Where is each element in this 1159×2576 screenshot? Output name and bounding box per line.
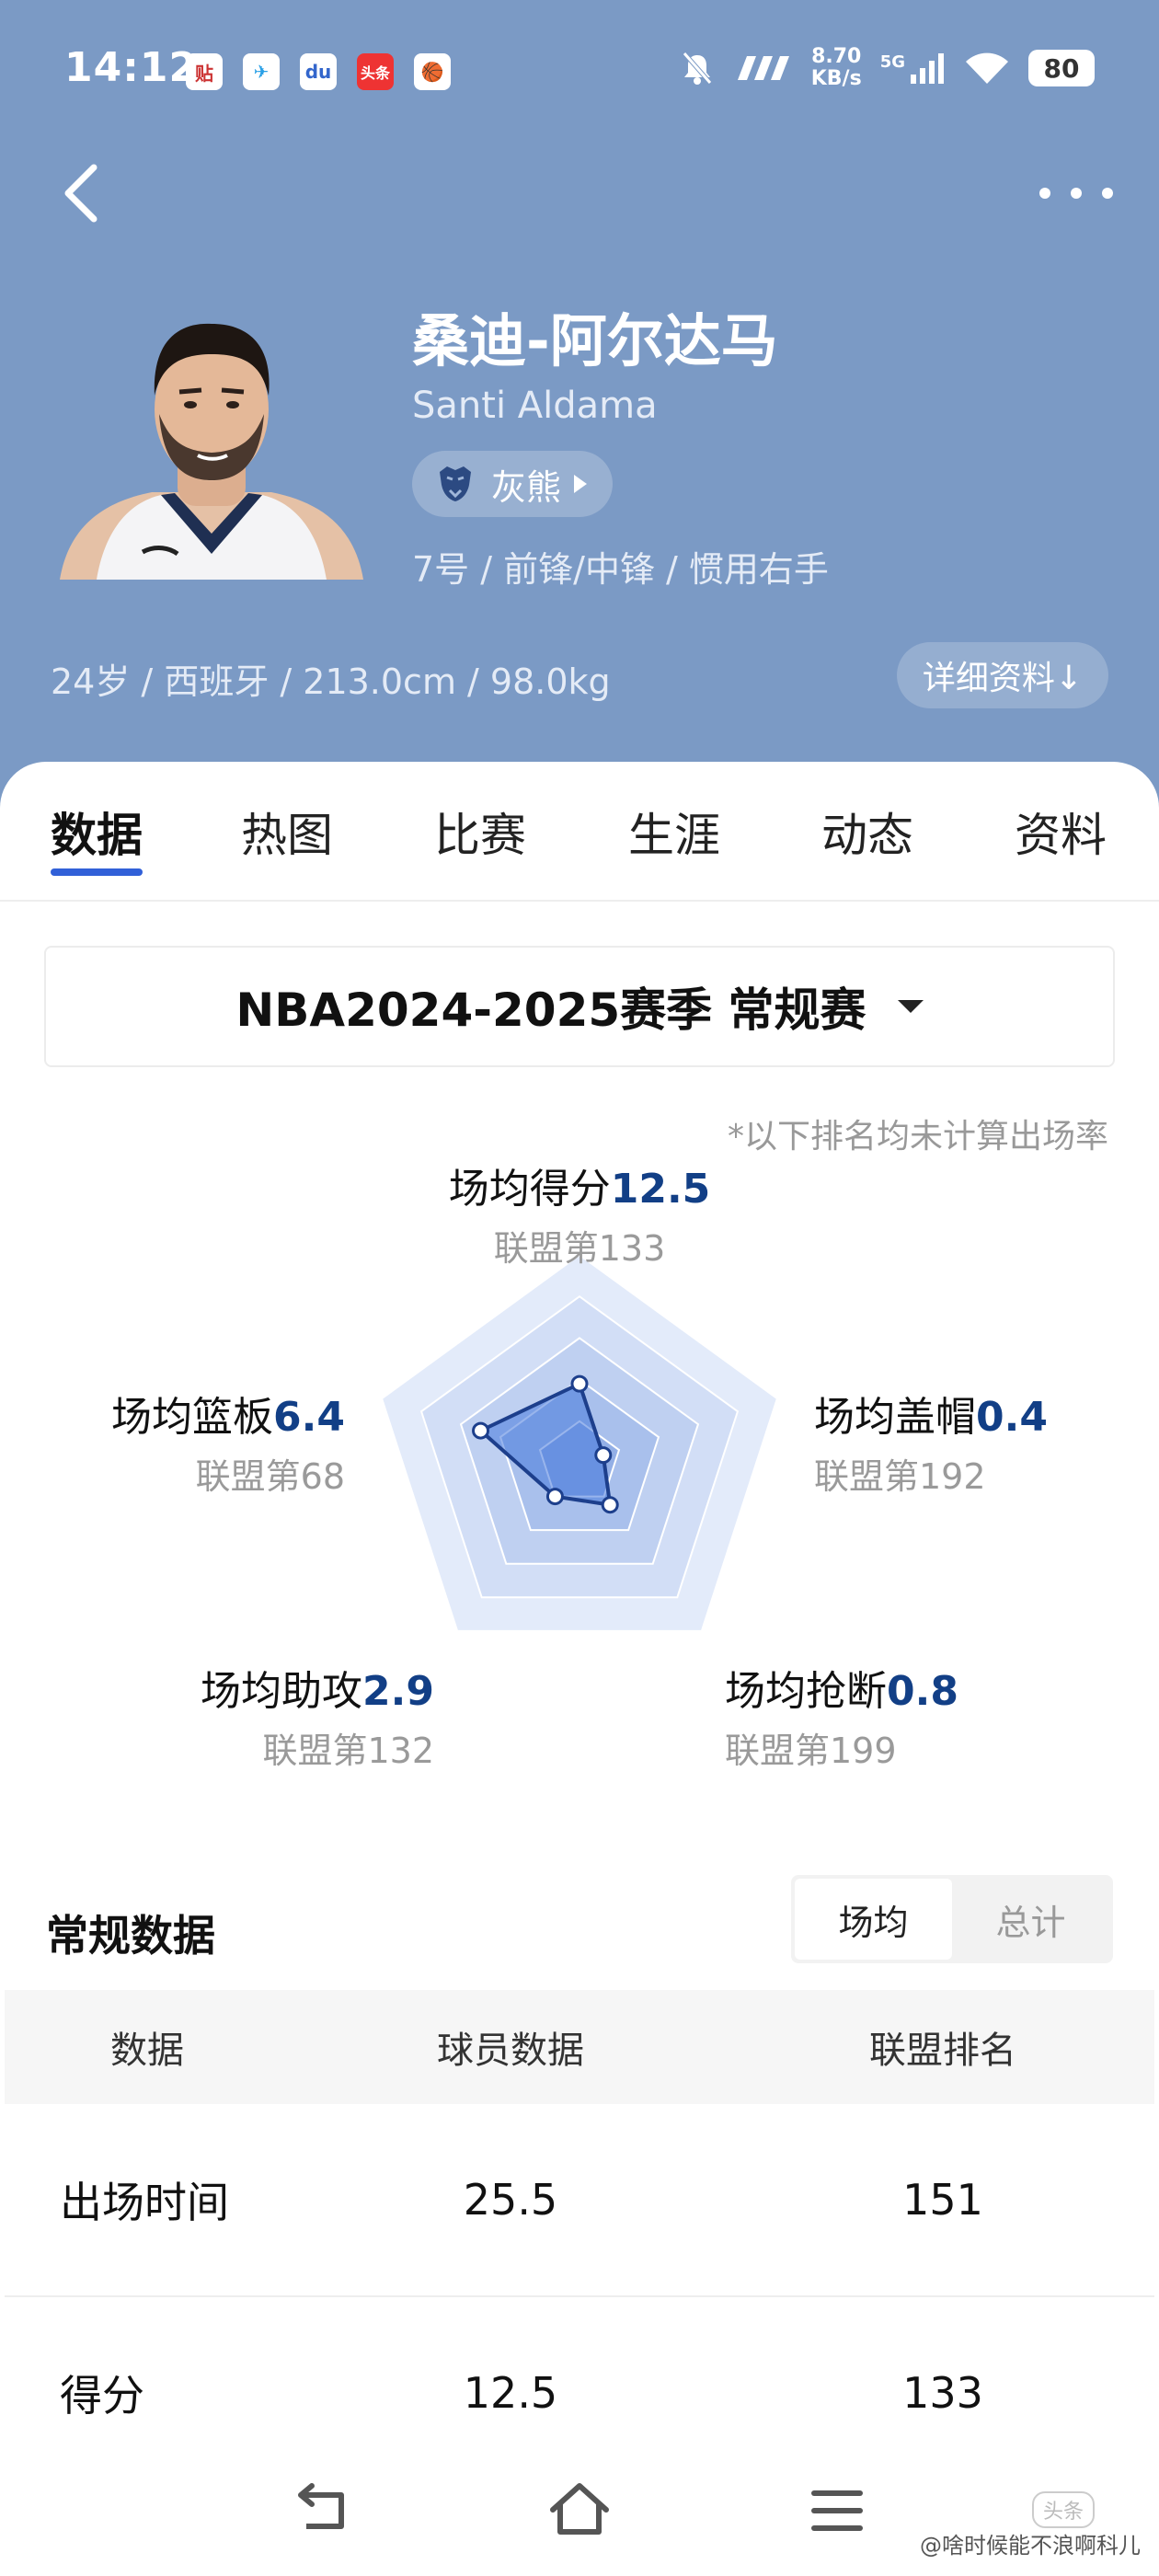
radar-label-points: 场均得分12.5 联盟第133 xyxy=(396,1156,763,1271)
baidu-app-icon: du xyxy=(300,53,337,90)
points-value: 12.5 xyxy=(610,1166,711,1213)
player-english-name: Santi Aldama xyxy=(412,385,658,427)
detail-info-button[interactable]: 详细资料↓ xyxy=(896,642,1108,708)
points-label: 场均得分 xyxy=(448,1166,611,1213)
menu-nav-icon[interactable] xyxy=(805,2478,869,2543)
player-name: 桑迪-阿尔达马 xyxy=(412,307,778,374)
wifi-icon xyxy=(966,52,1008,84)
mute-bell-icon xyxy=(682,52,712,85)
radar-point-points xyxy=(570,1374,589,1393)
more-dot-icon xyxy=(1071,188,1082,199)
tab-career[interactable]: 生涯 xyxy=(628,799,720,865)
points-rank: 联盟第133 xyxy=(493,1228,666,1269)
more-dot-icon xyxy=(1039,188,1050,199)
radar-point-rebounds xyxy=(472,1421,490,1440)
steals-label: 场均抢断 xyxy=(725,1668,887,1715)
home-nav-icon[interactable] xyxy=(547,2478,612,2543)
status-bar: 14:12 贴 ✈ du 头条 🏀 8.70 KB/s 5G 80 xyxy=(0,0,1159,138)
status-time: 14:12 xyxy=(64,44,199,91)
radar-label-rebounds: 场均篮板6.4 联盟第68 xyxy=(111,1384,345,1499)
assists-rank: 联盟第132 xyxy=(262,1731,434,1771)
stats-mode-toggle: 场均 总计 xyxy=(791,1875,1113,1963)
tab-games[interactable]: 比赛 xyxy=(434,799,526,865)
player-photo xyxy=(60,304,363,580)
tab-news[interactable]: 动态 xyxy=(821,799,913,865)
basketball-app-icon: 🏀 xyxy=(414,53,451,90)
watermark-logo: 头条 xyxy=(1031,2491,1095,2528)
radar-point-assists xyxy=(545,1488,564,1506)
row-stat-name: 出场时间 xyxy=(60,2178,229,2227)
table-header: 数据 球员数据 联盟排名 xyxy=(5,1990,1154,2104)
assists-value: 2.9 xyxy=(362,1668,434,1715)
header-league-rank: 联盟排名 xyxy=(869,2030,1016,2072)
team-link[interactable]: 灰熊 xyxy=(412,451,614,517)
watermark-text: @啥时候能不浪啊科儿 xyxy=(920,2533,1141,2559)
header-player-value: 球员数据 xyxy=(437,2030,584,2072)
tab-heatmap[interactable]: 热图 xyxy=(241,799,333,865)
back-button[interactable] xyxy=(55,156,110,230)
rebounds-label: 场均篮板 xyxy=(111,1394,274,1441)
rebounds-rank: 联盟第68 xyxy=(195,1456,345,1497)
row-stat-value: 12.5 xyxy=(463,2368,558,2418)
system-nav-bar: 头条 @啥时候能不浪啊科儿 xyxy=(0,2442,1159,2576)
caret-right-icon xyxy=(574,475,588,493)
network-type: 5G xyxy=(879,52,905,72)
player-bio: 24岁 / 西班牙 / 213.0cm / 98.0kg xyxy=(51,661,611,702)
header-stat: 数据 xyxy=(110,2030,184,2072)
tab-stats[interactable]: 数据 xyxy=(51,799,143,865)
rebounds-value: 6.4 xyxy=(273,1394,345,1441)
blocks-value: 0.4 xyxy=(976,1394,1048,1441)
telegram-app-icon: ✈ xyxy=(243,53,280,90)
rank-note: *以下排名均未计算出场率 xyxy=(727,1118,1108,1156)
stats-table: 数据 球员数据 联盟排名 出场时间 25.5 151 得分 12.5 133 xyxy=(5,1990,1154,2490)
season-label: NBA2024-2025赛季 常规赛 xyxy=(235,983,866,1037)
net-speed-value: 8.70 xyxy=(811,45,862,68)
steals-rank: 联盟第199 xyxy=(725,1731,897,1771)
regular-stats-title: 常规数据 xyxy=(46,1911,215,1961)
row-stat-value: 25.5 xyxy=(463,2175,558,2225)
row-stat-rank: 133 xyxy=(902,2368,983,2418)
radar-chart: 场均得分12.5 联盟第133 场均盖帽0.4 联盟第192 场均抢断0.8 联… xyxy=(0,1156,1159,1771)
team-name: 灰熊 xyxy=(491,466,562,508)
toutiao-app-icon: 头条 xyxy=(357,53,394,90)
caret-down-icon xyxy=(897,1000,924,1013)
row-stat-rank: 151 xyxy=(902,2175,983,2225)
blocks-rank: 联盟第192 xyxy=(814,1456,986,1497)
tab-bar: 数据 热图 比赛 生涯 动态 资料 xyxy=(0,762,1159,902)
tab-profile[interactable]: 资料 xyxy=(1015,799,1107,865)
nfc-logo-icon xyxy=(737,56,789,80)
radar-label-blocks: 场均盖帽0.4 联盟第192 xyxy=(814,1384,1048,1499)
status-right-group: 8.70 KB/s 5G 80 xyxy=(679,46,1095,90)
active-tab-indicator xyxy=(51,868,143,876)
radar-label-steals: 场均抢断0.8 联盟第199 xyxy=(725,1658,958,1773)
toggle-per-game[interactable]: 场均 xyxy=(795,1879,952,1960)
back-nav-icon[interactable] xyxy=(290,2478,354,2543)
battery-indicator: 80 xyxy=(1028,50,1095,86)
blocks-label: 场均盖帽 xyxy=(814,1394,976,1441)
assists-label: 场均助攻 xyxy=(201,1668,363,1715)
net-speed-unit: KB/s xyxy=(810,67,862,90)
radar-point-steals xyxy=(601,1496,619,1514)
season-selector[interactable]: NBA2024-2025赛季 常规赛 xyxy=(44,946,1115,1067)
grizzlies-logo-icon xyxy=(440,466,471,501)
content-card: 数据 热图 比赛 生涯 动态 资料 NBA2024-2025赛季 常规赛 *以下… xyxy=(0,762,1159,2576)
toggle-total[interactable]: 总计 xyxy=(952,1879,1109,1960)
row-stat-name: 得分 xyxy=(60,2371,144,2421)
signal-group: 5G xyxy=(880,52,946,84)
tieba-app-icon: 贴 xyxy=(186,53,223,90)
radar-label-assists: 场均助攻2.9 联盟第132 xyxy=(201,1658,434,1773)
net-speed: 8.70 KB/s xyxy=(811,46,862,90)
table-row: 出场时间 25.5 151 xyxy=(5,2104,1154,2297)
steals-value: 0.8 xyxy=(887,1668,958,1715)
more-dot-icon xyxy=(1102,188,1113,199)
player-meta: 7号 / 前锋/中锋 / 惯用右手 xyxy=(412,549,829,590)
radar-point-blocks xyxy=(594,1446,613,1465)
more-button[interactable] xyxy=(1039,175,1113,212)
chevron-left-icon xyxy=(64,164,98,223)
signal-bars-icon xyxy=(911,53,944,84)
